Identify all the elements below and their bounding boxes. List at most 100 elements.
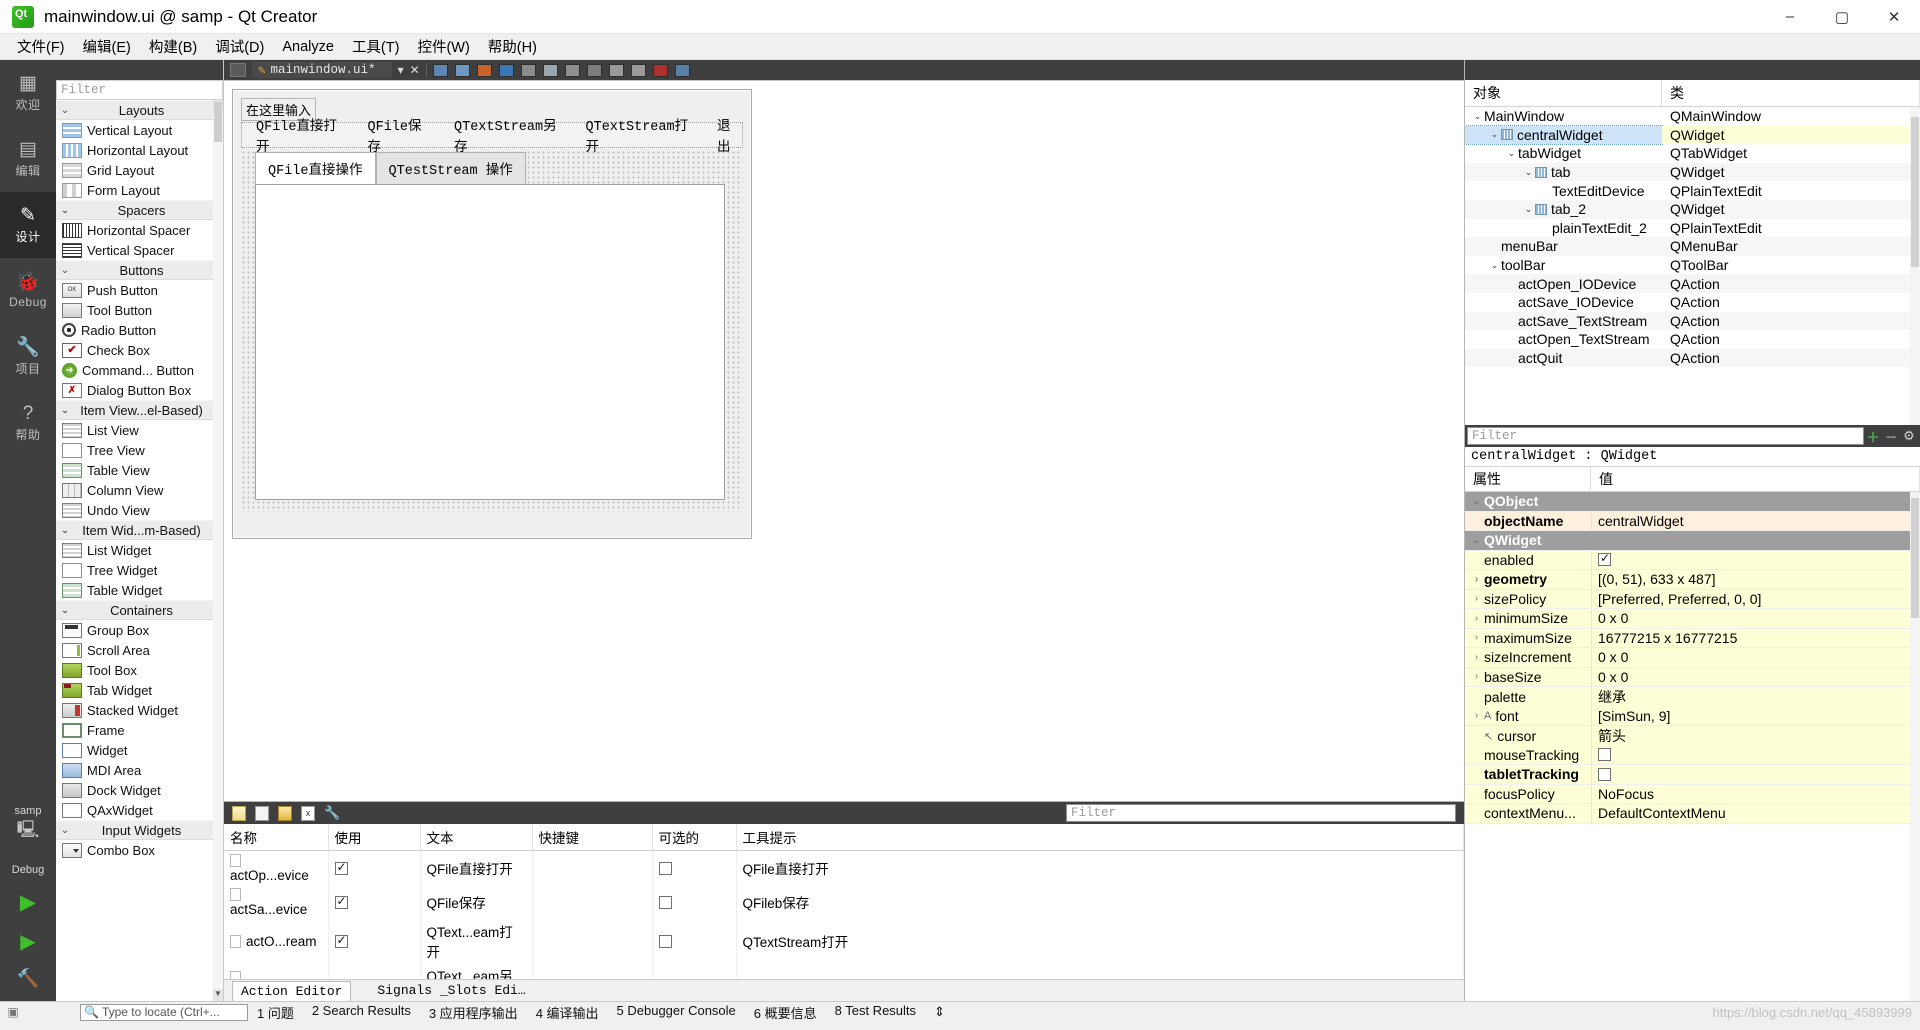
statusbar-item-6[interactable]: 8 Test Results: [826, 1003, 925, 1022]
configure-icon[interactable]: 🔧: [324, 805, 340, 821]
property-row[interactable]: › sizeIncrement 0 x 0: [1465, 648, 1920, 668]
menu-tools[interactable]: 工具(T): [343, 33, 409, 60]
form-window[interactable]: 在这里输入 QFile直接打开 QFile保存 QTextStream另存 QText…: [232, 89, 752, 539]
widget-item-Horizontal Spacer[interactable]: Horizontal Spacer: [56, 220, 223, 240]
kit-label[interactable]: Debug: [12, 860, 44, 876]
widget-item-Tool Button[interactable]: Tool Button: [56, 300, 223, 320]
widget-box-scrollbar[interactable]: ▲ ▼: [213, 100, 223, 1001]
edit-buddies-icon[interactable]: [476, 63, 492, 77]
widget-item-Vertical Spacer[interactable]: Vertical Spacer: [56, 240, 223, 260]
object-name-cell[interactable]: actOpen_IODevice: [1465, 274, 1662, 293]
widget-item-Dialog Button Box[interactable]: ✗ Dialog Button Box: [56, 380, 223, 400]
scroll-thumb[interactable]: [1911, 498, 1919, 618]
property-row[interactable]: enabled: [1465, 550, 1920, 570]
property-row[interactable]: tabletTracking: [1465, 765, 1920, 785]
object-row[interactable]: actOpen_TextStream QAction: [1465, 330, 1920, 349]
checkable-checkbox[interactable]: [658, 934, 672, 948]
widget-group-Spacers[interactable]: ⌄ Spacers: [56, 200, 223, 220]
widget-item-Scroll Area[interactable]: Scroll Area: [56, 640, 223, 660]
widget-group-Input Widgets[interactable]: ⌄ Input Widgets: [56, 820, 223, 840]
widget-group-Item Wid...m-Based)[interactable]: ⌄ Item Wid...m-Based): [56, 520, 223, 540]
property-key-cell[interactable]: focusPolicy: [1465, 784, 1591, 803]
action-used-cell[interactable]: [328, 919, 421, 963]
widget-box-list[interactable]: ⌄ Layouts Vertical Layout Horizontal Layout…: [56, 100, 223, 1001]
widget-box-filter-input[interactable]: Filter: [56, 80, 223, 100]
mode-设计[interactable]: ✎ 设计: [0, 192, 56, 258]
debug-button[interactable]: ▶: [20, 929, 35, 954]
object-row[interactable]: actQuit QAction: [1465, 348, 1920, 368]
widget-item-Dock Widget[interactable]: Dock Widget: [56, 780, 223, 800]
widget-item-Group Box[interactable]: Group Box: [56, 620, 223, 640]
widget-item-QAxWidget[interactable]: QAxWidget: [56, 800, 223, 820]
kit-selector-icon[interactable]: 🖳: [17, 817, 40, 846]
statusbar-item-5[interactable]: 6 概要信息: [745, 1003, 826, 1022]
action-col-快捷键[interactable]: 快捷键: [532, 824, 653, 851]
action-col-名称[interactable]: 名称: [224, 824, 329, 851]
chevron-right-icon[interactable]: ›: [1469, 710, 1484, 721]
property-value-cell[interactable]: 箭头: [1591, 726, 1920, 746]
property-checkbox[interactable]: [1598, 767, 1611, 781]
object-name-cell[interactable]: ⌄ tab_2: [1465, 200, 1662, 219]
chevron-down-icon[interactable]: ⌄: [1471, 111, 1484, 122]
action-used-cell[interactable]: [328, 885, 421, 919]
chevron-right-icon[interactable]: ›: [1469, 671, 1484, 682]
used-checkbox[interactable]: [334, 860, 348, 875]
widget-item-MDI Area[interactable]: MDI Area: [56, 760, 223, 780]
widget-item-Frame[interactable]: Frame: [56, 720, 223, 740]
property-value-cell[interactable]: 0 x 0: [1591, 609, 1920, 628]
add-icon[interactable]: ＋: [1864, 427, 1882, 446]
object-row[interactable]: ⌄ toolBar QToolBar: [1465, 256, 1920, 275]
checkable-checkbox[interactable]: [658, 861, 672, 875]
widget-item-Command... Button[interactable]: ➜ Command... Button: [56, 360, 223, 380]
paste-icon[interactable]: [278, 805, 292, 821]
minimize-button[interactable]: –: [1764, 0, 1816, 34]
action-col-可选的[interactable]: 可选的: [652, 824, 737, 851]
property-row[interactable]: ⌄ QObject: [1465, 492, 1920, 512]
dock-tab-0[interactable]: Action Editor: [232, 980, 352, 1001]
value-column-header[interactable]: 值: [1591, 467, 1920, 491]
property-row[interactable]: ⌄ QWidget: [1465, 531, 1920, 551]
property-key-cell[interactable]: › maximumSize: [1465, 628, 1591, 647]
action-tooltip-cell[interactable]: QFileb保存: [736, 885, 1464, 919]
property-column-header[interactable]: 属性: [1465, 467, 1591, 491]
action-name-cell[interactable]: actSa...tream: [224, 963, 329, 979]
statusbar-item-3[interactable]: 4 编译输出: [527, 1003, 608, 1022]
widget-item-Stacked Widget[interactable]: Stacked Widget: [56, 700, 223, 720]
checkable-checkbox[interactable]: [658, 895, 672, 909]
widget-item-Widget[interactable]: Widget: [56, 740, 223, 760]
form-toolbar[interactable]: QFile直接打开 QFile保存 QTextStream另存 QTextStream…: [241, 120, 743, 156]
object-row[interactable]: ⌄ MainWindow QMainWindow: [1465, 107, 1920, 126]
object-name-cell[interactable]: actSave_IODevice: [1465, 293, 1662, 312]
chevron-right-icon[interactable]: ›: [1469, 593, 1484, 604]
chevron-right-icon[interactable]: ›: [1469, 613, 1484, 624]
property-row[interactable]: mouseTracking: [1465, 745, 1920, 765]
action-col-使用[interactable]: 使用: [328, 824, 421, 851]
action-checkable-cell[interactable]: [652, 850, 737, 885]
menu-debug[interactable]: 调试(D): [206, 33, 273, 60]
action-tooltip-cell[interactable]: QFile直接打开: [736, 850, 1464, 885]
property-key-cell[interactable]: › sizePolicy: [1465, 589, 1591, 608]
chevron-right-icon[interactable]: ›: [1469, 574, 1484, 585]
close-button[interactable]: ✕: [1868, 0, 1920, 34]
chevron-down-icon[interactable]: ⌄: [1488, 260, 1501, 271]
object-name-cell[interactable]: ⌄ MainWindow: [1465, 107, 1662, 126]
mode-欢迎[interactable]: ▦ 欢迎: [0, 60, 56, 126]
mode-Debug[interactable]: 🐞 Debug: [0, 258, 56, 324]
adjust-size-icon[interactable]: [674, 63, 690, 77]
form-tab-0[interactable]: QFile直接操作: [255, 152, 376, 184]
property-row[interactable]: › baseSize 0 x 0: [1465, 667, 1920, 687]
menu-analyze[interactable]: Analyze: [273, 36, 343, 58]
widget-item-List Widget[interactable]: List Widget: [56, 540, 223, 560]
chevron-down-icon[interactable]: ⌄: [1522, 204, 1535, 215]
statusbar-item-4[interactable]: 5 Debugger Console: [608, 1003, 745, 1022]
document-dropdown-icon[interactable]: ▾: [398, 63, 404, 77]
copy-icon[interactable]: [255, 805, 269, 821]
property-value-cell[interactable]: [1591, 492, 1920, 511]
property-key-cell[interactable]: › geometry: [1465, 570, 1591, 589]
menu-help[interactable]: 帮助(H): [479, 33, 546, 60]
action-row[interactable]: actSa...evice QFile保存 QFileb保存: [224, 885, 1464, 919]
property-editor-rows[interactable]: ⌄ QObject objectName centralWidget ⌄ QWidget e…: [1465, 492, 1920, 1001]
property-key-cell[interactable]: ⌄ QWidget: [1465, 531, 1591, 550]
action-tooltip-cell[interactable]: QTextStream另存文件: [736, 963, 1464, 979]
mode-项目[interactable]: 🔧 项目: [0, 324, 56, 390]
